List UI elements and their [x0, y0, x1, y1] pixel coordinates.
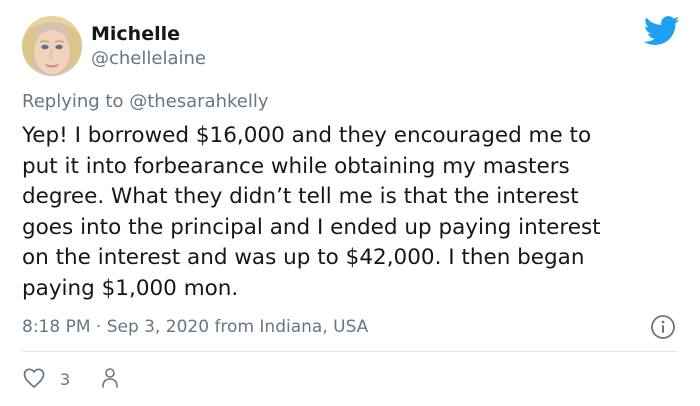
twitter-bird-icon[interactable] [643, 16, 680, 46]
like-count: 3 [60, 370, 71, 389]
reply-context: Replying to @thesarahkelly [22, 91, 269, 113]
tweet-timestamp[interactable]: 8:18 PM · Sep 3, 2020 from Indiana, USA [22, 316, 368, 338]
tweet-text: Yep! I borrowed $16,000 and they encoura… [22, 121, 682, 304]
tweet-card: Michelle @chellelaine Replying to @thesa… [0, 0, 700, 406]
divider [22, 351, 678, 352]
avatar[interactable] [22, 16, 82, 76]
action-bar: 3 [22, 366, 120, 394]
tweet-text-line: paying $1,000 mon. [22, 275, 239, 301]
author-name[interactable]: Michelle [91, 22, 180, 46]
tweet-text-line: degree. What they didn’t tell me is that… [22, 184, 579, 209]
info-icon[interactable] [650, 314, 676, 340]
reply-mention-link[interactable]: @thesarahkelly [129, 91, 268, 112]
tweet-text-line: goes into the principal and I ended up p… [22, 214, 601, 240]
reply-prefix: Replying to [22, 91, 124, 112]
person-icon[interactable] [70, 366, 120, 394]
tweet-text-line: put it into forbearance while obtaining … [22, 153, 570, 179]
tweet-text-line: Yep! I borrowed $16,000 and they encoura… [22, 123, 592, 148]
author-handle[interactable]: @chellelaine [91, 48, 206, 70]
heart-icon[interactable] [22, 366, 46, 394]
tweet-text-line: on the interest and was up to $42,000. I… [22, 245, 585, 270]
